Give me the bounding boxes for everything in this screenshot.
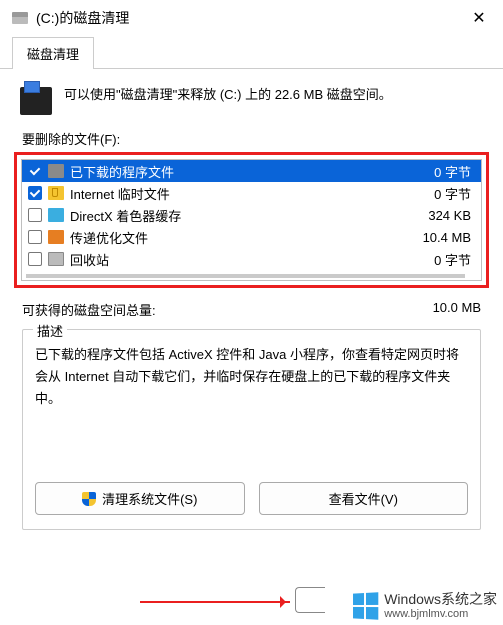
file-size: 10.4 MB (405, 230, 475, 245)
file-type-icon (48, 164, 64, 178)
dialog-footer: Windows系统之家 www.bjmlmv.com (0, 577, 503, 625)
watermark-line2: www.bjmlmv.com (384, 608, 497, 621)
file-size: 324 KB (405, 208, 475, 223)
file-name: Internet 临时文件 (70, 184, 405, 203)
file-type-icon (48, 252, 64, 266)
watermark-line1: Windows系统之家 (384, 591, 497, 608)
file-row[interactable]: DirectX 着色器缓存324 KB (22, 204, 481, 226)
total-space-value: 10.0 MB (433, 300, 481, 319)
intro-row: 可以使用"磁盘清理"来释放 (C:) 上的 22.6 MB 磁盘空间。 (0, 69, 503, 129)
file-list[interactable]: 已下载的程序文件0 字节Internet 临时文件0 字节DirectX 着色器… (21, 159, 482, 281)
watermark: Windows系统之家 www.bjmlmv.com (352, 591, 497, 621)
description-group: 描述 已下载的程序文件包括 ActiveX 控件和 Java 小程序，你查看特定… (22, 329, 481, 530)
clean-system-files-label: 清理系统文件(S) (102, 489, 197, 508)
drive-icon (12, 12, 28, 24)
description-legend: 描述 (33, 321, 67, 340)
file-row[interactable]: 传递优化文件10.4 MB (22, 226, 481, 248)
file-row[interactable]: 回收站0 字节 (22, 248, 481, 270)
windows-logo-icon (353, 592, 378, 619)
file-row[interactable]: 已下载的程序文件0 字节 (22, 160, 481, 182)
view-files-button[interactable]: 查看文件(V) (259, 482, 469, 515)
file-name: 回收站 (70, 250, 405, 269)
file-name: 已下载的程序文件 (70, 162, 405, 181)
files-to-delete-label: 要删除的文件(F): (0, 129, 503, 152)
file-checkbox[interactable] (28, 186, 42, 200)
file-checkbox[interactable] (28, 164, 42, 178)
file-row[interactable]: Internet 临时文件0 字节 (22, 182, 481, 204)
window-title: (C:)的磁盘清理 (36, 8, 467, 28)
file-type-icon (48, 186, 64, 200)
file-size: 0 字节 (405, 250, 475, 269)
view-files-label: 查看文件(V) (329, 489, 398, 508)
file-size: 0 字节 (405, 162, 475, 181)
tabstrip: 磁盘清理 (0, 36, 503, 69)
disk-cleanup-icon (20, 87, 52, 115)
file-type-icon (48, 230, 64, 244)
file-type-icon (48, 208, 64, 222)
file-checkbox[interactable] (28, 252, 42, 266)
clean-system-files-button[interactable]: 清理系统文件(S) (35, 482, 245, 515)
file-checkbox[interactable] (28, 230, 42, 244)
file-checkbox[interactable] (28, 208, 42, 222)
description-text: 已下载的程序文件包括 ActiveX 控件和 Java 小程序，你查看特定网页时… (35, 344, 468, 454)
total-space-row: 可获得的磁盘空间总量: 10.0 MB (0, 288, 503, 329)
file-name: DirectX 着色器缓存 (70, 206, 405, 225)
file-name: 传递优化文件 (70, 228, 405, 247)
file-size: 0 字节 (405, 184, 475, 203)
scrollbar-horizontal[interactable] (26, 274, 465, 278)
file-list-highlight: 已下载的程序文件0 字节Internet 临时文件0 字节DirectX 着色器… (14, 152, 489, 288)
tab-disk-cleanup[interactable]: 磁盘清理 (12, 37, 94, 69)
titlebar: (C:)的磁盘清理 ✕ (0, 0, 503, 36)
annotation-arrow (140, 601, 290, 603)
intro-text: 可以使用"磁盘清理"来释放 (C:) 上的 22.6 MB 磁盘空间。 (64, 85, 392, 105)
total-space-label: 可获得的磁盘空间总量: (22, 300, 433, 319)
ok-button-partial[interactable] (295, 587, 325, 613)
close-icon[interactable]: ✕ (467, 8, 491, 28)
shield-icon (82, 492, 96, 506)
